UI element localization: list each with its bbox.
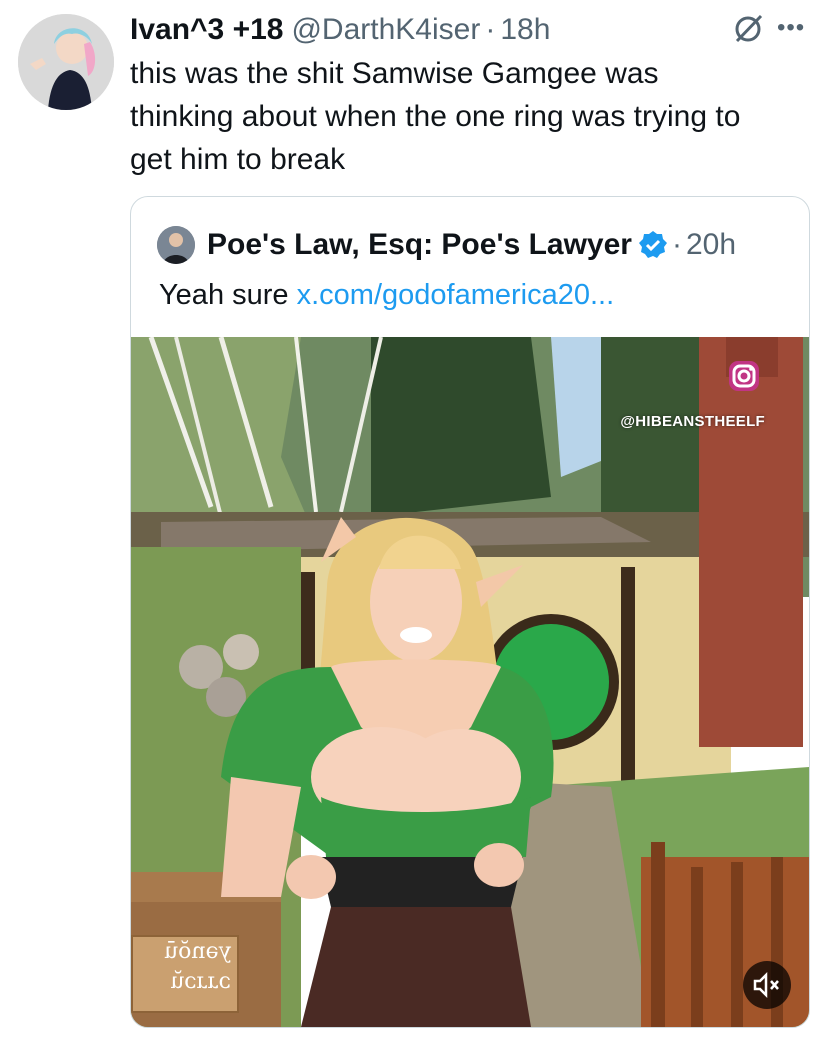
quoted-timestamp[interactable]: 20h bbox=[686, 228, 736, 262]
verified-badge-icon bbox=[638, 231, 667, 258]
wooden-sign: yənŏū ɔɹɹɔŭ bbox=[131, 935, 239, 1013]
tweet-header: Ivan^3 +18 @DarthK4iser · 18h bbox=[130, 10, 807, 50]
display-name[interactable]: Ivan^3 +18 bbox=[130, 13, 283, 47]
quoted-tweet-text: Yeah sure x.com/godofamerica20... bbox=[159, 279, 614, 312]
quoted-text-prefix: Yeah sure bbox=[159, 279, 289, 311]
quoted-link[interactable]: x.com/godofamerica20... bbox=[297, 279, 615, 311]
video-frame bbox=[131, 337, 809, 1027]
quoted-display-name[interactable]: Poe's Law, Esq: Poe's Lawyer bbox=[207, 228, 632, 262]
instagram-icon bbox=[727, 359, 761, 393]
tweet-text: this was the shit Samwise Gamgee was thi… bbox=[130, 57, 741, 176]
video-watermark: @HIBEANSTHEELF bbox=[620, 413, 765, 430]
muted-speaker-icon bbox=[753, 971, 779, 999]
user-handle[interactable]: @DarthK4iser bbox=[291, 13, 480, 47]
quoted-tweet[interactable]: Poe's Law, Esq: Poe's Lawyer · 20h Yeah … bbox=[130, 196, 810, 1028]
timestamp[interactable]: 18h bbox=[500, 13, 550, 47]
sign-line-1: yənŏū bbox=[163, 939, 231, 964]
quoted-avatar[interactable] bbox=[157, 226, 195, 264]
separator-dot: · bbox=[485, 13, 496, 46]
video-media[interactable]: @HIBEANSTHEELF yənŏū ɔɹɹɔŭ bbox=[131, 337, 809, 1027]
avatar[interactable] bbox=[18, 14, 114, 110]
quoted-tweet-header: Poe's Law, Esq: Poe's Lawyer · 20h bbox=[157, 225, 799, 265]
mute-icon[interactable] bbox=[731, 12, 765, 46]
sign-line-2: ɔɹɹɔŭ bbox=[170, 969, 231, 994]
more-icon[interactable]: ••• bbox=[777, 14, 813, 44]
unmute-button[interactable] bbox=[743, 961, 791, 1009]
separator-dot: · bbox=[671, 228, 682, 261]
